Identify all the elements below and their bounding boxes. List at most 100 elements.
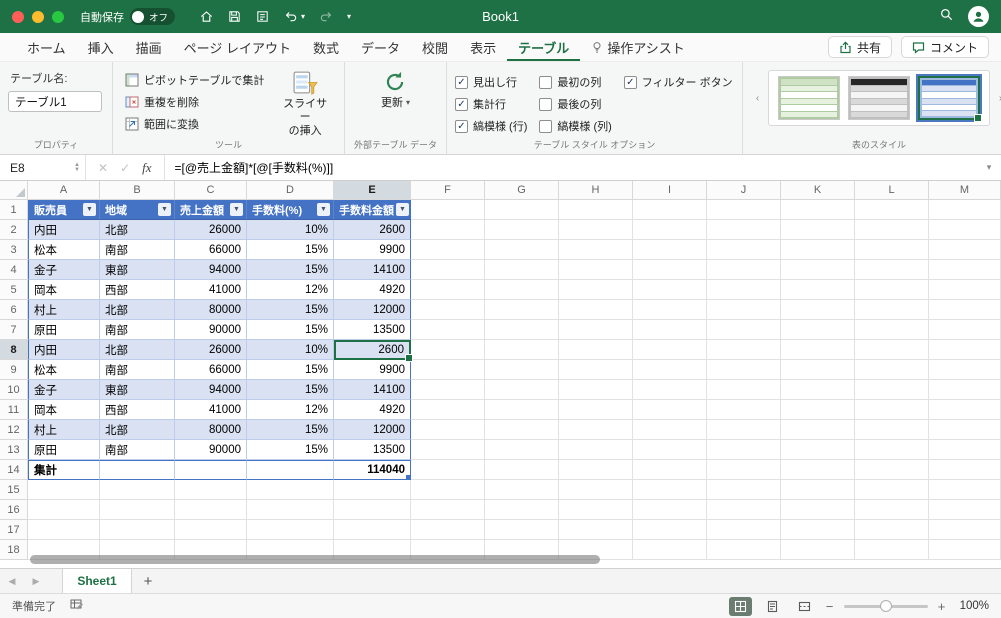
cell-L8[interactable]	[855, 340, 929, 360]
cell-M11[interactable]	[929, 400, 1001, 420]
style-option-checkbox[interactable]: ✓ フィルター ボタン	[623, 71, 733, 93]
cell-L11[interactable]	[855, 400, 929, 420]
cell-J4[interactable]	[707, 260, 781, 280]
filter-button[interactable]: ▼	[396, 203, 409, 216]
column-header-H[interactable]: H	[559, 181, 633, 200]
cell-M15[interactable]	[929, 480, 1001, 500]
row-header-17[interactable]: 17	[0, 520, 28, 540]
column-header-B[interactable]: B	[100, 181, 175, 200]
cell-F6[interactable]	[411, 300, 485, 320]
cell-B5[interactable]: 西部	[100, 280, 175, 300]
cell-K9[interactable]	[781, 360, 855, 380]
cell-E9[interactable]: 9900	[334, 360, 411, 380]
page-break-view-button[interactable]	[793, 597, 816, 616]
cell-C17[interactable]	[175, 520, 247, 540]
cell-F11[interactable]	[411, 400, 485, 420]
cell-J17[interactable]	[707, 520, 781, 540]
cell-H1[interactable]	[559, 200, 633, 220]
cell-K5[interactable]	[781, 280, 855, 300]
cell-K6[interactable]	[781, 300, 855, 320]
cell-L15[interactable]	[855, 480, 929, 500]
cell-B16[interactable]	[100, 500, 175, 520]
cell-F2[interactable]	[411, 220, 485, 240]
cell-I13[interactable]	[633, 440, 707, 460]
cell-A17[interactable]	[28, 520, 100, 540]
cell-G2[interactable]	[485, 220, 559, 240]
cell-K2[interactable]	[781, 220, 855, 240]
style-option-checkbox[interactable]: ✓ 見出し行	[455, 71, 527, 93]
cell-E12[interactable]: 12000	[334, 420, 411, 440]
cell-B17[interactable]	[100, 520, 175, 540]
cell-K13[interactable]	[781, 440, 855, 460]
cell-K8[interactable]	[781, 340, 855, 360]
cell-D10[interactable]: 15%	[247, 380, 334, 400]
column-header-A[interactable]: A	[28, 181, 100, 200]
cell-C5[interactable]: 41000	[175, 280, 247, 300]
confirm-entry-button[interactable]: ✓	[120, 161, 130, 175]
cell-H12[interactable]	[559, 420, 633, 440]
row-header-8[interactable]: 8	[0, 340, 28, 360]
cell-M4[interactable]	[929, 260, 1001, 280]
cell-E17[interactable]	[334, 520, 411, 540]
cell-I1[interactable]	[633, 200, 707, 220]
cell-F9[interactable]	[411, 360, 485, 380]
row-header-3[interactable]: 3	[0, 240, 28, 260]
cell-K17[interactable]	[781, 520, 855, 540]
customize-toolbar-button[interactable]: ▾	[347, 12, 351, 21]
cell-K18[interactable]	[781, 540, 855, 560]
cell-E16[interactable]	[334, 500, 411, 520]
cell-F7[interactable]	[411, 320, 485, 340]
cell-G7[interactable]	[485, 320, 559, 340]
cell-A11[interactable]: 岡本	[28, 400, 100, 420]
name-box-stepper[interactable]: ▲ ▼	[74, 162, 80, 173]
cell-K10[interactable]	[781, 380, 855, 400]
cell-B7[interactable]: 南部	[100, 320, 175, 340]
cell-M8[interactable]	[929, 340, 1001, 360]
column-header-C[interactable]: C	[175, 181, 247, 200]
cell-H11[interactable]	[559, 400, 633, 420]
cell-H16[interactable]	[559, 500, 633, 520]
cell-I16[interactable]	[633, 500, 707, 520]
cell-B14[interactable]	[100, 460, 175, 480]
close-window-button[interactable]	[12, 10, 24, 23]
next-sheet-button[interactable]: ▶	[24, 569, 48, 593]
cell-G6[interactable]	[485, 300, 559, 320]
expand-formula-bar-button[interactable]: ▾	[977, 155, 1001, 180]
cell-J3[interactable]	[707, 240, 781, 260]
cell-I18[interactable]	[633, 540, 707, 560]
cell-G14[interactable]	[485, 460, 559, 480]
cell-G10[interactable]	[485, 380, 559, 400]
convert-to-range-button[interactable]: 範囲に変換	[121, 113, 268, 134]
row-header-4[interactable]: 4	[0, 260, 28, 280]
cell-G13[interactable]	[485, 440, 559, 460]
cell-K4[interactable]	[781, 260, 855, 280]
cancel-entry-button[interactable]: ✕	[98, 161, 108, 175]
ribbon-tab-2[interactable]: 描画	[125, 33, 173, 61]
cell-C10[interactable]: 94000	[175, 380, 247, 400]
cell-D2[interactable]: 10%	[247, 220, 334, 240]
cell-J5[interactable]	[707, 280, 781, 300]
cell-E3[interactable]: 9900	[334, 240, 411, 260]
comments-button[interactable]: コメント	[900, 36, 989, 58]
cell-C11[interactable]: 41000	[175, 400, 247, 420]
cell-B3[interactable]: 南部	[100, 240, 175, 260]
cell-K11[interactable]	[781, 400, 855, 420]
cell-M2[interactable]	[929, 220, 1001, 240]
cell-L9[interactable]	[855, 360, 929, 380]
cell-B1[interactable]: 地域 ▼	[100, 200, 175, 220]
cell-E11[interactable]: 4920	[334, 400, 411, 420]
cell-A2[interactable]: 内田	[28, 220, 100, 240]
save-button[interactable]	[227, 9, 242, 24]
cell-I11[interactable]	[633, 400, 707, 420]
cell-K15[interactable]	[781, 480, 855, 500]
cell-B6[interactable]: 北部	[100, 300, 175, 320]
row-header-6[interactable]: 6	[0, 300, 28, 320]
cell-F3[interactable]	[411, 240, 485, 260]
cell-E13[interactable]: 13500	[334, 440, 411, 460]
cell-D5[interactable]: 12%	[247, 280, 334, 300]
cell-K3[interactable]	[781, 240, 855, 260]
cell-L1[interactable]	[855, 200, 929, 220]
search-button[interactable]	[939, 7, 954, 27]
cell-J9[interactable]	[707, 360, 781, 380]
cell-I5[interactable]	[633, 280, 707, 300]
